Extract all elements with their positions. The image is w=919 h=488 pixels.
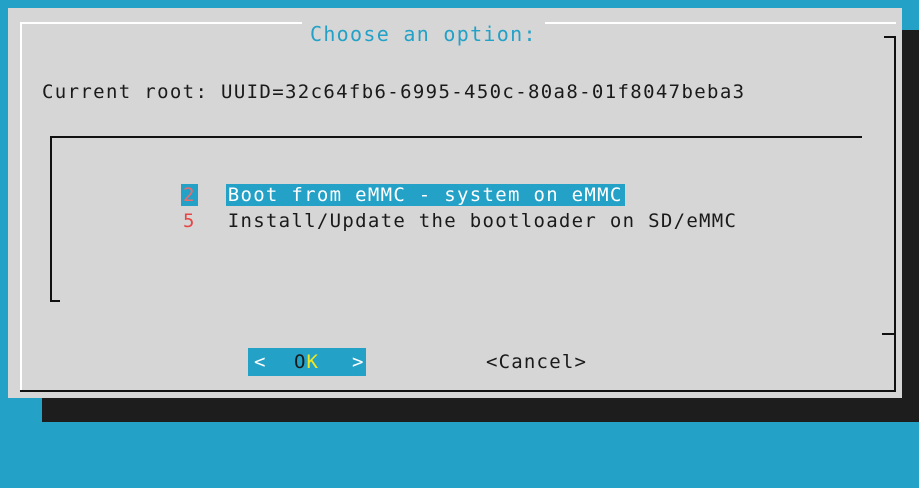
- ok-button-right-bracket: >: [352, 351, 364, 373]
- menu-item-install-bootloader[interactable]: 5 Install/Update the bootloader on SD/eMM…: [130, 185, 737, 257]
- dialog-title: Choose an option:: [302, 20, 545, 48]
- ok-button[interactable]: < OK >: [248, 348, 366, 376]
- menu-box-left: [50, 136, 52, 302]
- dialog-frame-corner: [884, 36, 896, 38]
- cancel-button[interactable]: <Cancel>: [486, 348, 587, 376]
- current-root-text: Current root: UUID=32c64fb6-6995-450c-80…: [42, 81, 746, 103]
- menu-item-tag: 5: [182, 210, 196, 232]
- ok-button-left-bracket: <: [254, 351, 266, 373]
- option-dialog: Choose an option: Current root: UUID=32c…: [8, 8, 902, 398]
- menu-item-label: Install/Update the bootloader on SD/eMMC: [227, 210, 738, 232]
- dialog-button-separator: [882, 333, 896, 335]
- menu-box-corner: [50, 300, 60, 302]
- ok-button-hotkey: K: [306, 351, 319, 373]
- dialog-shadow-bottom: [42, 398, 919, 422]
- dialog-frame-right: [894, 36, 896, 392]
- dialog-frame-left: [20, 22, 22, 392]
- ok-button-label: OK: [294, 348, 319, 376]
- dialog-shadow-right: [902, 30, 919, 422]
- dialog-frame-bottom: [20, 390, 896, 392]
- ok-button-o: O: [294, 351, 307, 373]
- menu-box-top: [50, 136, 862, 138]
